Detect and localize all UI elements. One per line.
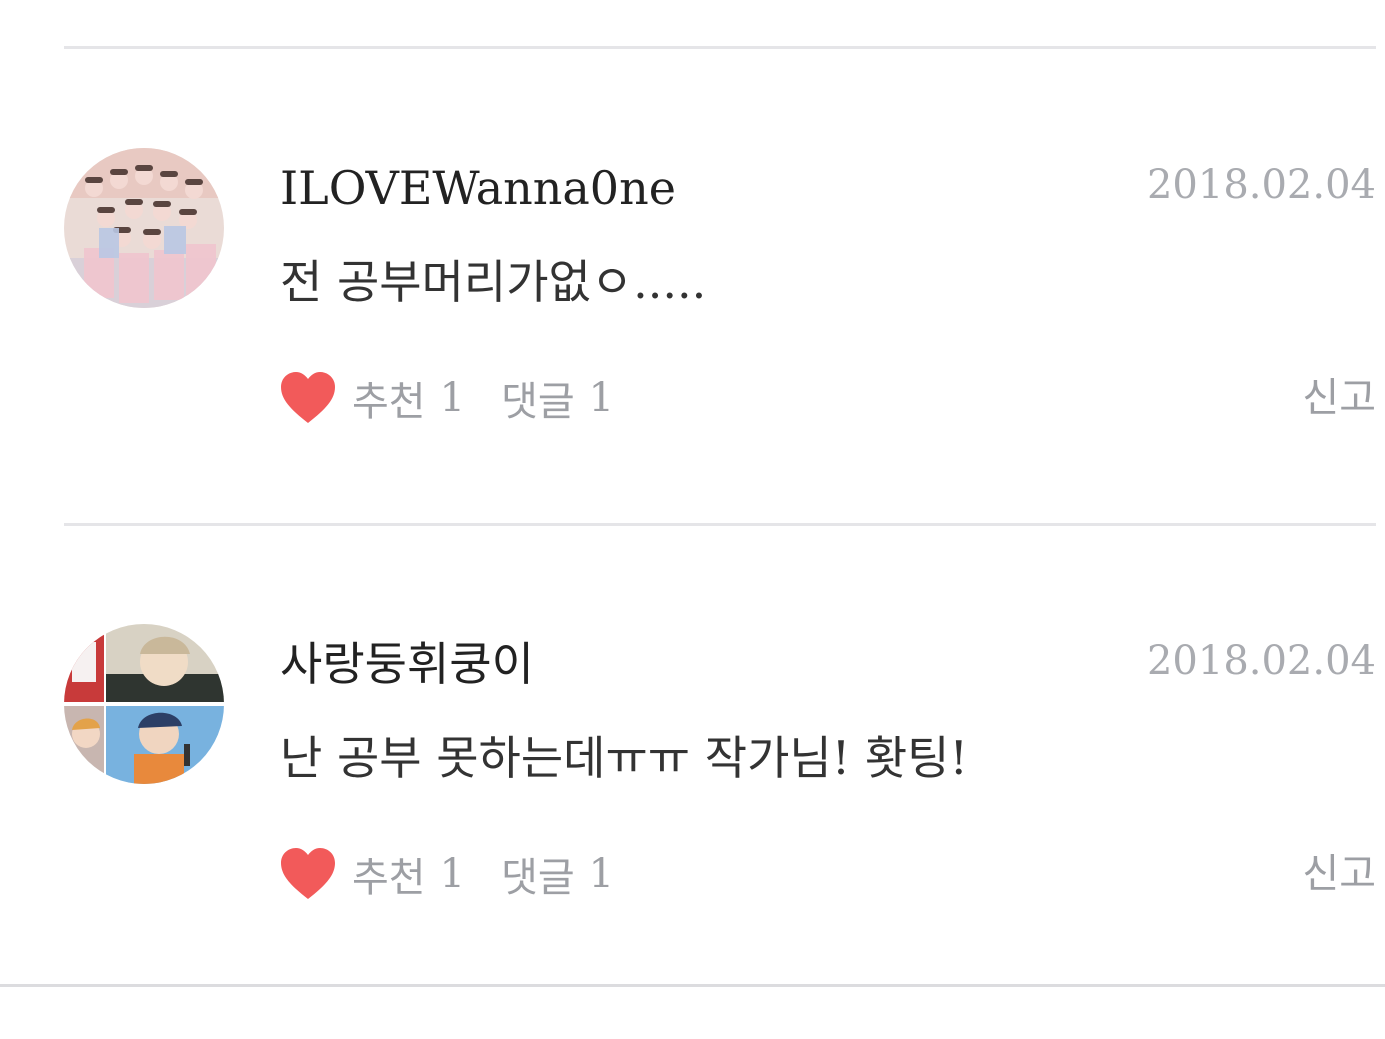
username[interactable]: 사랑둥휘쿵이 (280, 636, 534, 692)
collage-photo-avatar (64, 624, 224, 784)
reply-count: 1 (588, 851, 615, 897)
recommend-count: 1 (439, 375, 466, 421)
comment-text: 전 공부머리가없ㅇ..... (280, 255, 707, 309)
comment-actions: 추천 1 댓글 1 (280, 370, 614, 426)
avatar[interactable] (64, 148, 224, 308)
recommend-button[interactable]: 추천 1 (352, 369, 465, 427)
report-button[interactable]: 신고 (1302, 846, 1376, 902)
username[interactable]: ILOVEWanna0ne (280, 160, 676, 216)
reply-button[interactable]: 댓글 1 (501, 845, 614, 903)
comment-divider (64, 523, 1376, 526)
heart-icon[interactable] (280, 371, 336, 425)
heart-icon[interactable] (280, 847, 336, 901)
group-photo-avatar (64, 148, 224, 308)
recommend-count: 1 (439, 851, 466, 897)
reply-button[interactable]: 댓글 1 (501, 369, 614, 427)
comment-text: 난 공부 못하는데ㅠㅠ 작가님! 홧팅! (280, 731, 968, 785)
recommend-label: 추천 (352, 855, 426, 901)
bottom-divider (0, 984, 1385, 987)
report-button[interactable]: 신고 (1302, 370, 1376, 426)
avatar[interactable] (64, 624, 224, 784)
comment-item: ILOVEWanna0ne 2018.02.04 전 공부머리가없ㅇ..... … (0, 148, 1385, 448)
reply-label: 댓글 (501, 379, 575, 425)
reply-count: 1 (588, 375, 615, 421)
recommend-label: 추천 (352, 379, 426, 425)
recommend-button[interactable]: 추천 1 (352, 845, 465, 903)
comment-item: 사랑둥휘쿵이 2018.02.04 난 공부 못하는데ㅠㅠ 작가님! 홧팅! 추… (0, 624, 1385, 924)
comment-actions: 추천 1 댓글 1 (280, 846, 614, 902)
comment-date: 2018.02.04 (1146, 638, 1376, 684)
comment-date: 2018.02.04 (1146, 162, 1376, 208)
reply-label: 댓글 (501, 855, 575, 901)
top-divider (64, 46, 1376, 49)
